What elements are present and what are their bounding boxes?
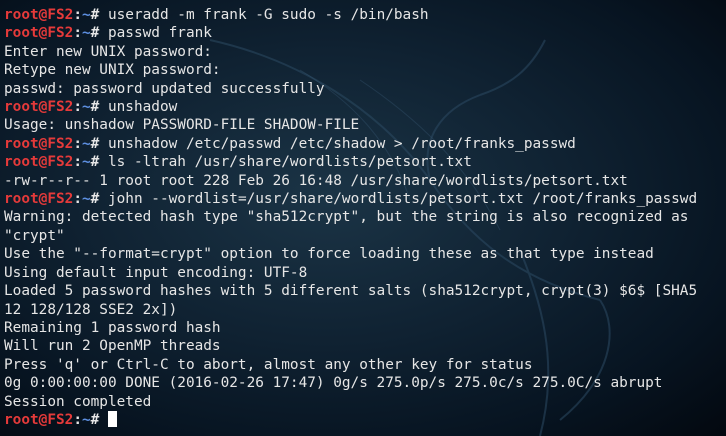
command-line: root@FS2:~# ls -ltrah /usr/share/wordlis… (4, 153, 726, 171)
output-line: "crypt" (4, 227, 65, 244)
command-text: ls -ltrah /usr/share/wordlists/petsort.t… (107, 154, 472, 171)
output-line: Will run 2 OpenMP threads (4, 338, 221, 355)
command-text: john --wordlist=/usr/share/wordlists/pet… (107, 191, 698, 208)
prompt-symbol: # (90, 99, 108, 116)
prompt-user-host: root@FS2 (4, 99, 74, 116)
command-line: root@FS2:~# useradd -m frank -G sudo -s … (4, 6, 726, 24)
command-text: passwd frank (107, 25, 212, 42)
output-line: Using default input encoding: UTF-8 (4, 264, 308, 281)
output-line: Remaining 1 password hash (4, 319, 221, 336)
text-cursor[interactable] (107, 410, 117, 427)
terminal-output: root@FS2:~# useradd -m frank -G sudo -s … (4, 6, 726, 436)
prompt-colon: : (73, 99, 82, 116)
prompt-path: ~ (81, 99, 91, 116)
prompt-symbol: # (90, 135, 108, 152)
command-text: useradd -m frank -G sudo -s /bin/bash (107, 7, 429, 23)
prompt-path: ~ (81, 7, 91, 23)
prompt-symbol: # (90, 154, 108, 171)
prompt-path: ~ (81, 411, 91, 428)
output-line: Enter new UNIX password: (4, 43, 212, 60)
command-line: root@FS2:~# unshadow /etc/passwd /etc/sh… (4, 135, 726, 153)
active-prompt-line: root@FS2:~# (4, 410, 726, 429)
command-line: root@FS2:~# unshadow (4, 98, 726, 116)
prompt-user-host: root@FS2 (4, 411, 74, 428)
prompt-colon: : (73, 191, 82, 208)
prompt-symbol: # (90, 7, 108, 23)
output-line: Use the "--format=crypt" option to force… (4, 246, 654, 263)
prompt-user-host: root@FS2 (4, 135, 74, 152)
output-line: Session completed (4, 393, 152, 410)
output-line: -rw-r--r-- 1 root root 228 Feb 26 16:48 … (4, 172, 628, 189)
prompt-user-host: root@FS2 (4, 154, 74, 171)
output-line: 12 128/128 SSE2 2x]) (4, 301, 178, 318)
output-line: Press 'q' or Ctrl-C to abort, almost any… (4, 356, 533, 373)
command-text: unshadow (107, 99, 178, 116)
prompt-symbol: # (90, 25, 108, 42)
output-line: Usage: unshadow PASSWORD-FILE SHADOW-FIL… (4, 117, 360, 134)
command-line: root@FS2:~# john --wordlist=/usr/share/w… (4, 190, 726, 208)
prompt-user-host: root@FS2 (4, 191, 74, 208)
prompt-colon: : (73, 7, 82, 23)
prompt-path: ~ (81, 135, 91, 152)
output-line: passwd: password updated successfully (4, 80, 325, 97)
prompt-colon: : (73, 154, 82, 171)
prompt-path: ~ (81, 191, 91, 208)
prompt-colon: : (73, 411, 82, 428)
prompt-colon: : (73, 135, 82, 152)
prompt-colon: : (73, 25, 82, 42)
terminal-window[interactable]: root@FS2:~# useradd -m frank -G sudo -s … (0, 0, 726, 436)
output-line: Retype new UNIX password: (4, 62, 221, 79)
command-text: unshadow /etc/passwd /etc/shadow > /root… (107, 135, 576, 152)
prompt-path: ~ (81, 154, 91, 171)
output-line: Loaded 5 password hashes with 5 differen… (4, 283, 698, 300)
prompt-symbol: # (90, 411, 108, 428)
command-line: root@FS2:~# passwd frank (4, 24, 726, 42)
output-line: 0g 0:00:00:00 DONE (2016-02-26 17:47) 0g… (4, 375, 663, 392)
prompt-symbol: # (90, 191, 108, 208)
prompt-user-host: root@FS2 (4, 7, 74, 23)
prompt-user-host: root@FS2 (4, 25, 74, 42)
output-line: Warning: detected hash type "sha512crypt… (4, 209, 689, 226)
prompt-path: ~ (81, 25, 91, 42)
